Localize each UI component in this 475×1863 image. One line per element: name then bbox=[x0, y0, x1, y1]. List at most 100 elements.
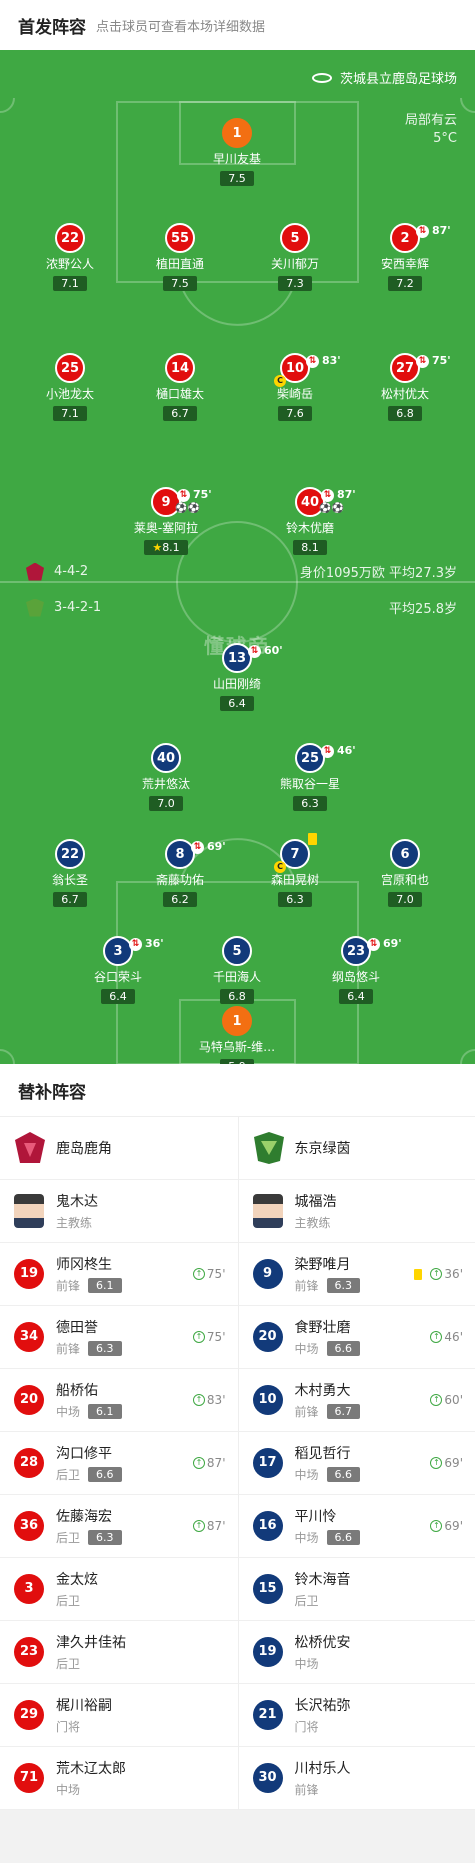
player-home[interactable]: 5 关川郁万 7.3 bbox=[240, 223, 350, 291]
player-away[interactable]: 5 千田海人 6.8 bbox=[182, 936, 292, 1004]
player-rating: 7.3 bbox=[278, 276, 312, 291]
sub-player-row[interactable]: 17 稻见哲行 中场 6.6 ↑ 69' bbox=[238, 1432, 475, 1495]
player-number: 13 ⇅ 60' bbox=[222, 643, 283, 673]
player-name: 马特乌斯-维… bbox=[198, 1040, 276, 1054]
player-rating: 6.7 bbox=[326, 1404, 361, 1419]
player-position: 前锋 bbox=[56, 1279, 81, 1293]
player-home[interactable]: 1 早川友基 7.5 bbox=[182, 118, 292, 186]
player-number: 21 bbox=[252, 1700, 283, 1730]
home-subs: 鹿岛鹿角 鬼木达 主教练 19 师冈柊生 前锋 6.1 ↑ 75' 34 德田誉 前锋 6.3 ↑ 75… bbox=[0, 1117, 238, 1810]
player-name: 小池龙太 bbox=[45, 387, 94, 401]
sub-minute: 36' bbox=[444, 1267, 463, 1281]
sub-on-icon: ↑ bbox=[192, 1394, 205, 1406]
player-away[interactable]: 13 ⇅ 60' 山田刚绮 6.4 bbox=[182, 643, 292, 711]
player-away[interactable]: 1 马特乌斯-维… 5.9 bbox=[182, 1006, 292, 1064]
player-number: 8 ⇅ 69' bbox=[165, 839, 226, 869]
sub-on-icon: ↑ bbox=[430, 1394, 443, 1406]
sub-player-row[interactable]: 10 木村勇大 前锋 6.7 ↑ 60' bbox=[238, 1369, 475, 1432]
player-position: 前锋 bbox=[294, 1405, 319, 1419]
sub-player-row[interactable]: 15 铃木海音 后卫 bbox=[238, 1558, 475, 1621]
player-away[interactable]: 3 ⇅ 36' 谷口荣斗 6.4 bbox=[63, 936, 173, 1004]
player-position: 门将 bbox=[294, 1720, 319, 1734]
player-name: 川村乐人 bbox=[294, 1761, 351, 1777]
sub-player-row[interactable]: 20 船桥佑 中场 6.1 ↑ 83' bbox=[0, 1369, 238, 1432]
player-meta: 后卫 bbox=[56, 1655, 126, 1672]
away-coach[interactable]: 城福浩 主教练 bbox=[238, 1180, 475, 1243]
player-home[interactable]: 40 ⇅ 87' ⚽⚽ 铃木优磨 8.1 bbox=[255, 487, 365, 555]
player-away[interactable]: 23 ⇅ 69' 纲岛悠斗 6.4 bbox=[301, 936, 411, 1004]
player-info: 金太炫 后卫 bbox=[56, 1569, 98, 1609]
sub-off-badge: ⇅ 69' bbox=[191, 833, 226, 861]
sub-off-icon: ⇅ bbox=[367, 937, 380, 951]
rating-value: 6.8 bbox=[396, 407, 414, 420]
home-coach[interactable]: 鬼木达 主教练 bbox=[0, 1180, 238, 1243]
player-number: 1 bbox=[222, 1006, 252, 1036]
sub-player-row[interactable]: 20 食野壮磨 中场 6.6 ↑ 46' bbox=[238, 1306, 475, 1369]
player-away[interactable]: 7 C 森田晃树 6.3 bbox=[240, 833, 350, 907]
sub-player-row[interactable]: 28 沟口修平 后卫 6.6 ↑ 87' bbox=[0, 1432, 238, 1495]
player-name: 山田刚绮 bbox=[212, 677, 261, 691]
sub-player-row[interactable]: 30 川村乐人 前锋 bbox=[238, 1747, 475, 1810]
sub-player-row[interactable]: 29 梶川裕嗣 门将 bbox=[0, 1684, 238, 1747]
player-away[interactable]: 40 荒井悠汰 7.0 bbox=[111, 743, 221, 811]
player-number: 3 bbox=[14, 1574, 44, 1604]
rating-value: 7.1 bbox=[61, 277, 79, 290]
sub-player-row[interactable]: 9 染野唯月 前锋 6.3 ↑ 36' bbox=[238, 1243, 475, 1306]
rating-value: 8.1 bbox=[301, 541, 319, 554]
player-away[interactable]: 8 ⇅ 69' 斋藤功佑 6.2 bbox=[125, 839, 235, 907]
player-home[interactable]: 9 ⇅ 75' ⚽⚽ 莱奥-塞阿拉 ★8.1 bbox=[111, 487, 221, 555]
lineup-title: 首发阵容 bbox=[18, 17, 86, 38]
player-meta: 中场 bbox=[56, 1781, 126, 1798]
player-name: 樋口雄太 bbox=[155, 387, 204, 401]
sub-player-row[interactable]: 21 长沢祐弥 门将 bbox=[238, 1684, 475, 1747]
sub-player-row[interactable]: 34 德田誉 前锋 6.3 ↑ 75' bbox=[0, 1306, 238, 1369]
pitch: 茨城县立鹿岛足球场 局部有云 5°C 4-4-2 身价1095万欧 平均27.3… bbox=[0, 50, 475, 1064]
rating-value: 7.6 bbox=[286, 407, 304, 420]
sub-minute: 75' bbox=[206, 1267, 226, 1281]
player-number: 17 bbox=[252, 1448, 283, 1478]
player-rating: 6.4 bbox=[220, 696, 254, 711]
player-home[interactable]: 27 ⇅ 75' 松村优太 6.8 bbox=[350, 353, 460, 421]
player-away[interactable]: 6 宫原和也 7.0 bbox=[350, 839, 460, 907]
player-info: 铃木海音 后卫 bbox=[295, 1569, 351, 1609]
player-rating: 6.4 bbox=[339, 989, 373, 1004]
home-team-head[interactable]: 鹿岛鹿角 bbox=[0, 1117, 238, 1180]
sub-on-time: ↑ 87' bbox=[192, 1519, 226, 1533]
sub-on-time: ↑ 75' bbox=[192, 1330, 226, 1344]
player-info: 师冈柊生 前锋 6.1 bbox=[56, 1254, 122, 1294]
sub-player-row[interactable]: 23 津久井佳祐 后卫 bbox=[0, 1621, 238, 1684]
player-home[interactable]: 14 樋口雄太 6.7 bbox=[125, 353, 235, 421]
player-home[interactable]: 55 植田直通 7.5 bbox=[125, 223, 235, 291]
sub-player-row[interactable]: 16 平川怜 中场 6.6 ↑ 69' bbox=[238, 1495, 475, 1558]
player-name: 熊取谷一星 bbox=[279, 777, 340, 791]
player-info: 船桥佑 中场 6.1 bbox=[56, 1380, 122, 1420]
player-number: 22 bbox=[55, 839, 85, 869]
rating-value: 6.4 bbox=[109, 990, 127, 1003]
rating-value: 6.4 bbox=[347, 990, 365, 1003]
player-home[interactable]: 10 ⇅ 83' C 柴崎岳 7.6 bbox=[240, 353, 350, 421]
home-team-crest-icon bbox=[15, 1132, 45, 1163]
sub-player-row[interactable]: 3 金太炫 后卫 bbox=[0, 1558, 238, 1621]
sub-off-icon: ⇅ bbox=[416, 354, 429, 368]
player-number: 7C bbox=[274, 833, 317, 873]
player-away[interactable]: 25 ⇅ 46' 熊取谷一星 6.3 bbox=[255, 743, 365, 811]
sub-player-row[interactable]: 19 松桥优安 中场 bbox=[238, 1621, 475, 1684]
sub-player-row[interactable]: 71 荒木辽太郎 中场 bbox=[0, 1747, 238, 1810]
player-home[interactable]: 25 小池龙太 7.1 bbox=[15, 353, 125, 421]
away-team-head[interactable]: 东京绿茵 bbox=[238, 1117, 475, 1180]
sub-off-badge: ⇅ 87' bbox=[416, 217, 451, 245]
subs-section: 鹿岛鹿角 鬼木达 主教练 19 师冈柊生 前锋 6.1 ↑ 75' 34 德田誉 前锋 6.3 ↑ 75… bbox=[0, 1116, 475, 1810]
sub-on-time: ↑ 60' bbox=[430, 1393, 463, 1407]
player-home[interactable]: 2 ⇅ 87' 安西幸辉 7.2 bbox=[350, 223, 460, 291]
player-name: 莱奥-塞阿拉 bbox=[133, 521, 199, 535]
player-rating: 6.3 bbox=[88, 1530, 122, 1545]
sub-player-row[interactable]: 36 佐藤海宏 后卫 6.3 ↑ 87' bbox=[0, 1495, 238, 1558]
captain-icon: C bbox=[274, 375, 286, 387]
player-number: 5 bbox=[280, 223, 310, 253]
sub-player-row[interactable]: 19 师冈柊生 前锋 6.1 ↑ 75' bbox=[0, 1243, 238, 1306]
away-info: 平均25.8岁 bbox=[389, 602, 457, 617]
player-away[interactable]: 22 翁长圣 6.7 bbox=[15, 839, 125, 907]
player-home[interactable]: 22 浓野公人 7.1 bbox=[15, 223, 125, 291]
player-info: 荒木辽太郎 中场 bbox=[56, 1758, 126, 1798]
player-number: 19 bbox=[252, 1637, 283, 1667]
